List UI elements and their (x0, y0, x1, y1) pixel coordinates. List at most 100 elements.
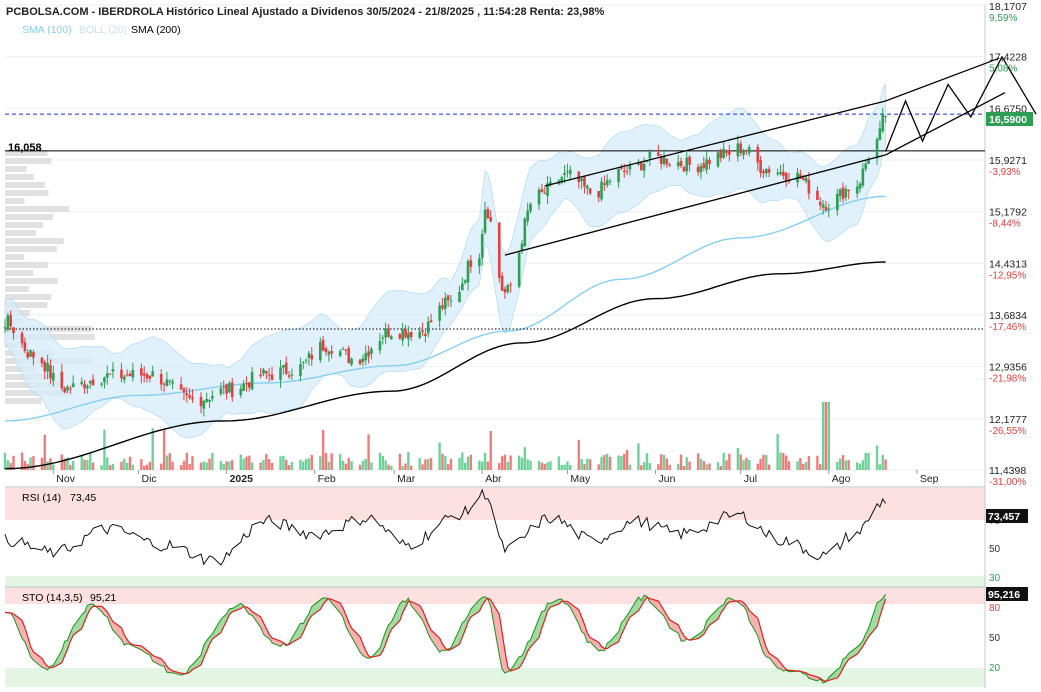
volume-bar (361, 460, 365, 470)
volume-bar (509, 455, 512, 470)
candle-body (381, 337, 385, 339)
volume-bar (725, 460, 728, 470)
candle-body (304, 359, 308, 361)
candle-body (725, 150, 728, 153)
volume-bar (222, 463, 225, 470)
volume-bar (151, 428, 154, 470)
volume-bar (529, 460, 532, 470)
y-tick-label: 12,9356 (989, 362, 1027, 374)
volume-bar (267, 459, 271, 470)
x-tick-label: 2025 (230, 473, 254, 485)
candle-body (648, 151, 652, 159)
volume-bar (410, 465, 413, 470)
volume-bar (867, 452, 870, 470)
volume-bar (265, 453, 268, 470)
volume-bar (429, 458, 433, 470)
volume-profile-bar (5, 174, 34, 180)
volume-bar (424, 459, 427, 470)
candle-body (12, 327, 15, 334)
volume-bar (481, 461, 484, 470)
candle-body (245, 383, 248, 385)
candle-body (881, 114, 885, 132)
candle-body (267, 374, 271, 376)
candle-body (327, 351, 331, 355)
candle-body (185, 393, 189, 396)
sto-label: STO (14,3,5) (22, 592, 83, 604)
candle-body (171, 381, 174, 384)
volume-bar (148, 461, 152, 470)
volume-bar (179, 465, 183, 470)
volume-bar (202, 461, 206, 470)
volume-bar (162, 428, 166, 470)
candle-body (131, 369, 135, 378)
candle-body (756, 146, 760, 163)
candle-body (847, 189, 850, 192)
candle-body (762, 171, 765, 174)
volume-bar (506, 461, 509, 470)
candle-body (597, 191, 600, 198)
volume-bar (404, 463, 407, 470)
y-axis-labels: 18,17079,59%17,42285,08%16,675015,9271-3… (989, 1, 1027, 488)
candle-body (685, 157, 689, 172)
volume-bar (821, 402, 825, 470)
volume-bar (370, 462, 373, 470)
candle-body (804, 177, 808, 182)
volume-bar (756, 463, 759, 470)
volume-bar (123, 458, 126, 470)
y-tick-pct: -3,93% (989, 167, 1021, 178)
volume-profile-bar (5, 190, 49, 196)
candle-body (159, 373, 163, 385)
volume-bar (824, 402, 828, 470)
volume-bar (489, 430, 492, 470)
volume-bar (569, 464, 572, 470)
volume-bar (387, 464, 390, 470)
volume-bar (381, 455, 384, 470)
volume-bar (549, 461, 552, 470)
volume-bar (427, 459, 430, 470)
volume-bar (546, 462, 549, 470)
candle-body (301, 361, 305, 363)
candle-body (463, 280, 467, 283)
volume-profile-bar (5, 270, 34, 276)
candle-body (338, 351, 342, 356)
volume-bar (637, 443, 640, 470)
y-tick-label: 15,9271 (989, 155, 1027, 167)
volume-bar (628, 464, 632, 470)
candle-body (801, 177, 805, 180)
volume-bar (702, 461, 705, 470)
candle-body (370, 348, 373, 354)
volume-bar (438, 442, 441, 470)
volume-bar (401, 465, 404, 470)
volume-bar (367, 434, 370, 470)
candle-body (208, 399, 211, 402)
volume-bar (89, 453, 92, 470)
candle-body (199, 396, 203, 407)
candle-body (390, 336, 393, 340)
candle-body (509, 284, 512, 286)
volume-profile-bar (5, 214, 54, 220)
candle-body (330, 351, 333, 354)
x-axis-labels: Nov Dic 2025 Feb Mar Abr May Jun Jul Ago Sep (52, 470, 939, 485)
volume-bar (250, 462, 254, 470)
candle-body (835, 193, 839, 211)
candle-body (759, 160, 762, 173)
volume-bar (106, 457, 109, 470)
volume-bar (816, 455, 819, 470)
candle-body (287, 375, 291, 377)
volume-bar (299, 459, 302, 470)
candle-body (108, 373, 112, 375)
volume-bar (32, 456, 35, 470)
volume-bar (878, 464, 882, 470)
volume-bar (802, 463, 805, 470)
candle-body (367, 351, 370, 357)
volume-bar (679, 454, 683, 470)
candle-body (719, 151, 723, 159)
volume-profile-bar (5, 158, 52, 164)
volume-bar (668, 464, 671, 470)
volume-bar (307, 458, 311, 470)
candle-body (421, 330, 424, 332)
volume-bar (838, 458, 842, 470)
candle-body (705, 159, 708, 170)
volume-bar (827, 402, 830, 470)
volume-bar (185, 452, 188, 470)
